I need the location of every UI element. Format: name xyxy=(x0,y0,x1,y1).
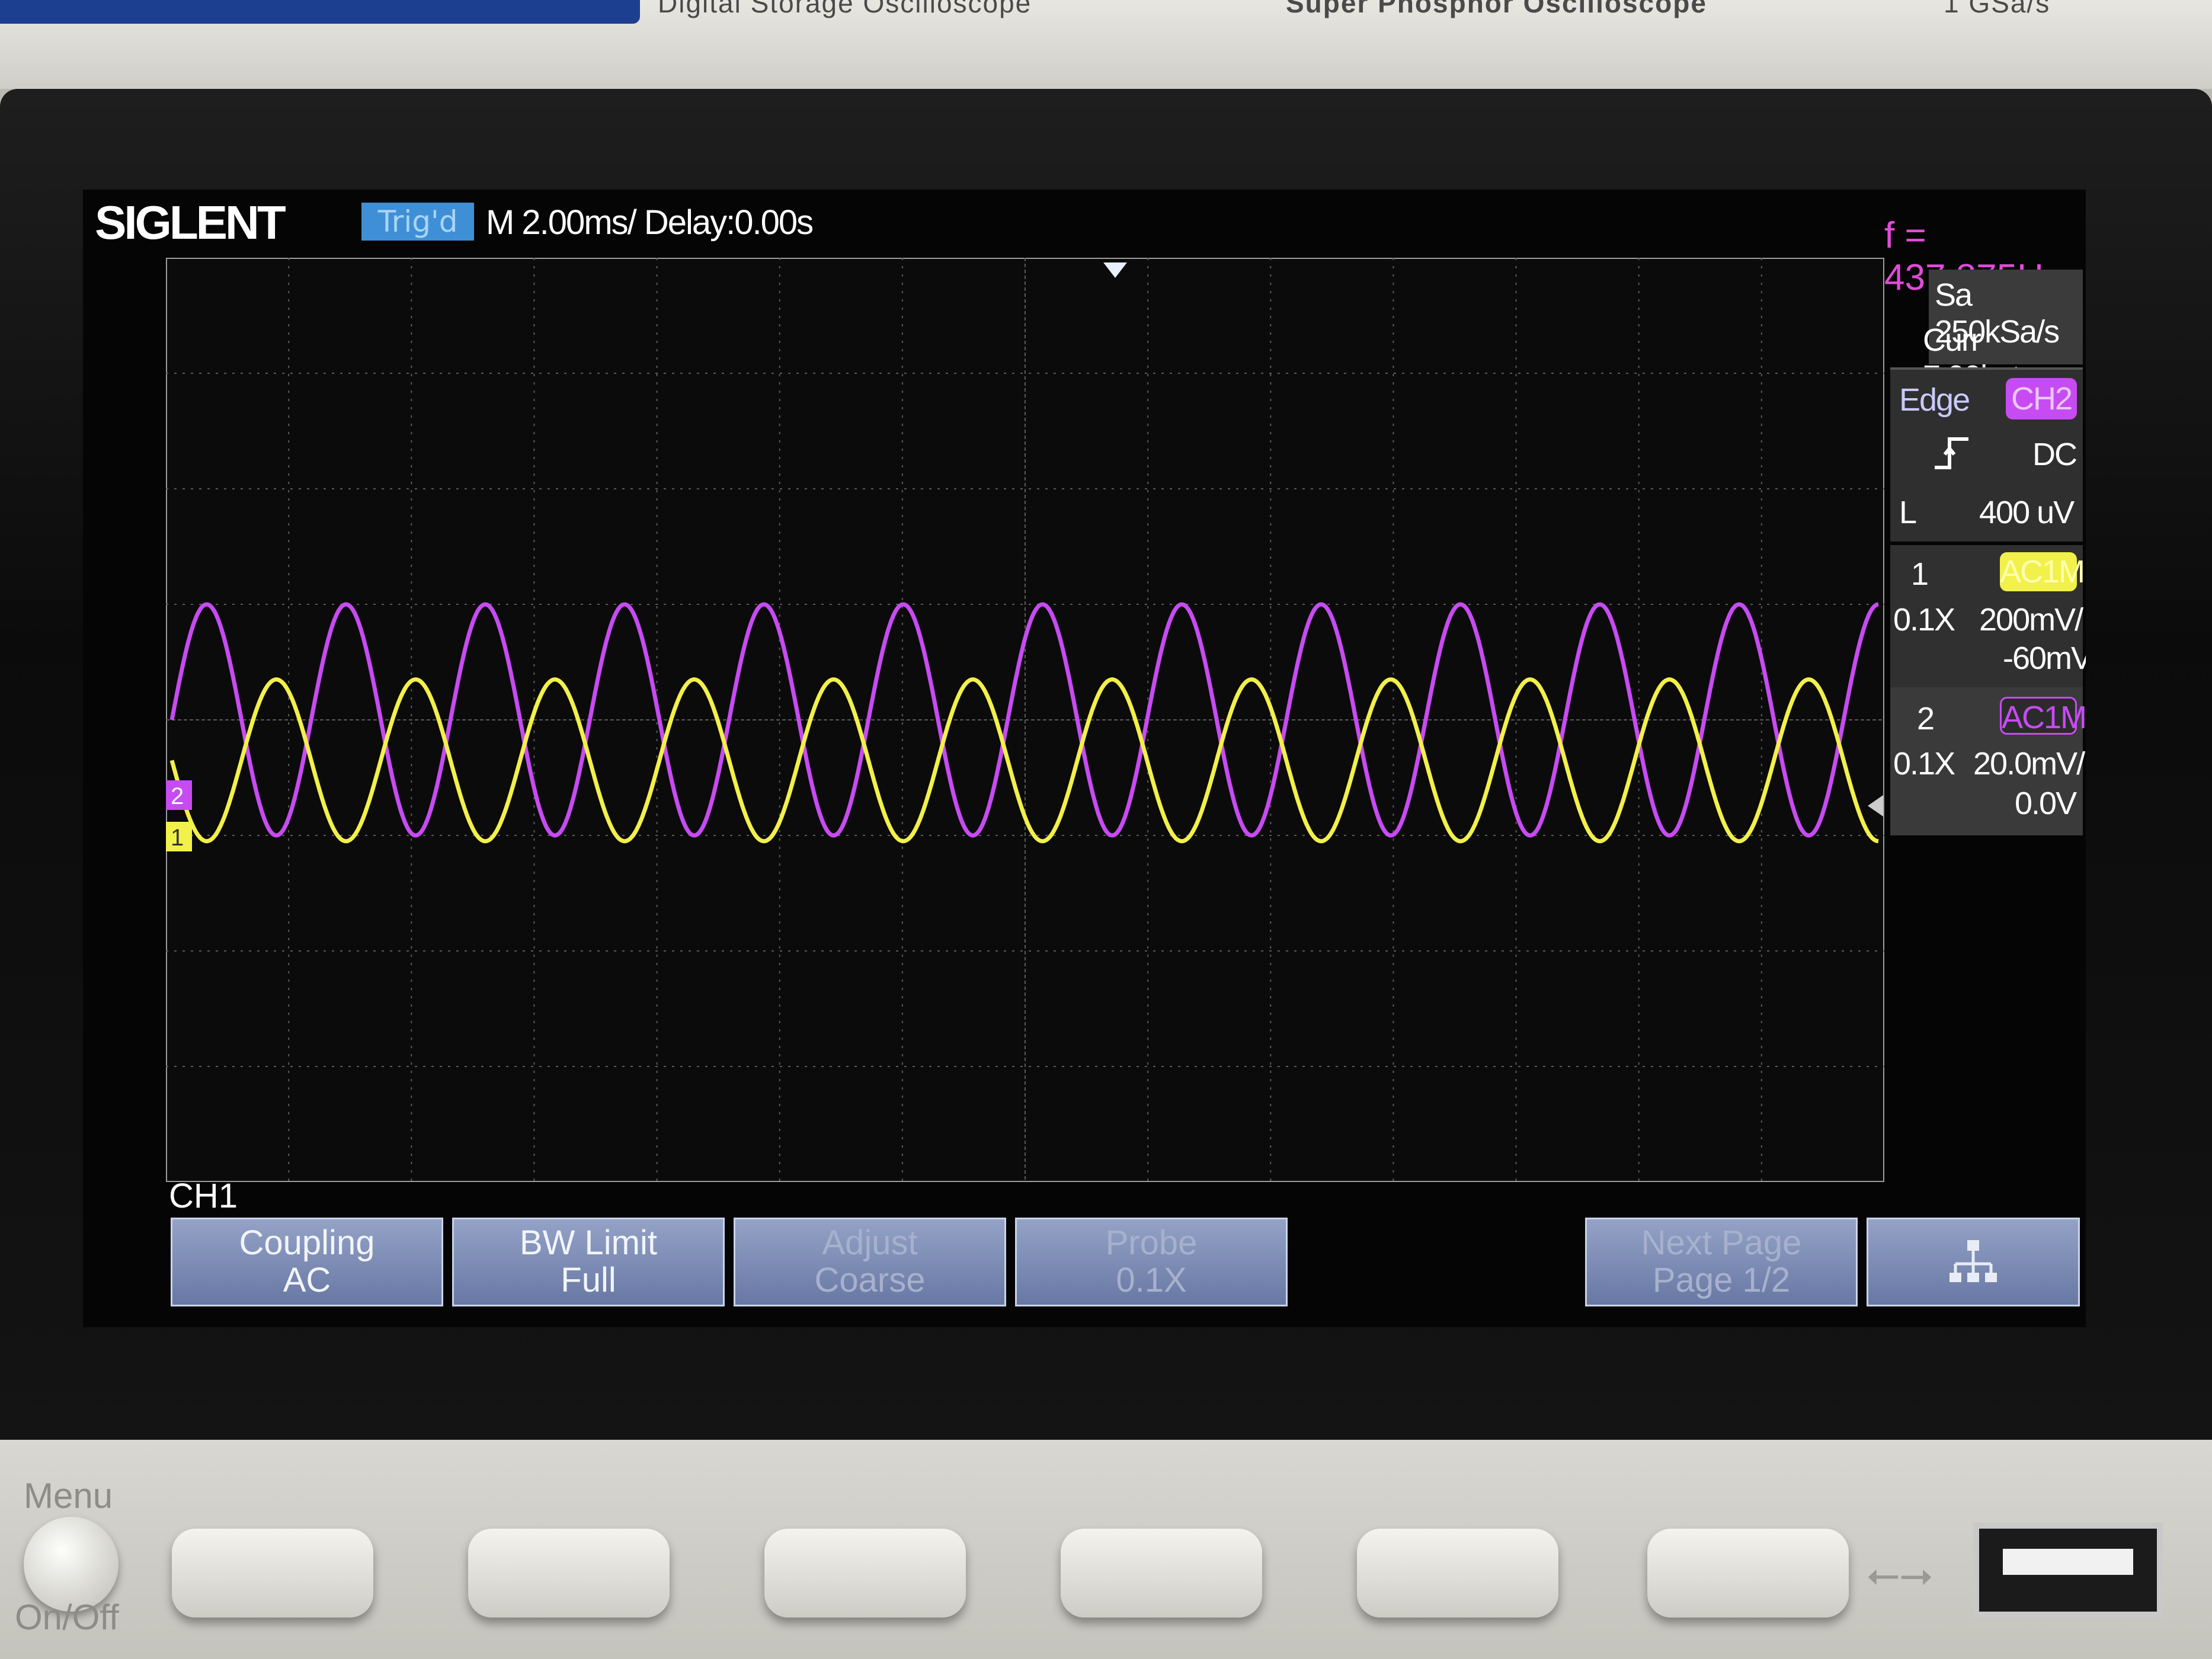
bw-limit-menu-value: Full xyxy=(561,1261,616,1299)
network-status-button[interactable] xyxy=(1867,1218,2080,1306)
svg-text:1: 1 xyxy=(171,825,184,851)
menu-label: Menu xyxy=(24,1476,113,1516)
channel-2-coupling-badge: AC1M xyxy=(2000,697,2086,735)
channel-1-coupling-badge: AC1M xyxy=(2000,552,2085,591)
softkey-5[interactable] xyxy=(1357,1529,1558,1618)
bw-limit-menu-label: BW Limit xyxy=(520,1224,657,1262)
adjust-menu-value: Coarse xyxy=(814,1261,926,1299)
network-icon xyxy=(1949,1240,1997,1282)
brand-plate xyxy=(0,0,640,24)
trigger-coupling: DC xyxy=(2032,437,2077,472)
next-page-menu-button[interactable]: Next Page Page 1/2 xyxy=(1585,1218,1858,1306)
softkey-6[interactable] xyxy=(1647,1529,1849,1618)
softkey-2[interactable] xyxy=(468,1529,670,1618)
softkey-3[interactable] xyxy=(764,1529,966,1618)
bw-limit-menu-button[interactable]: BW Limit Full xyxy=(452,1218,725,1306)
channel-2-offset: 0.0V xyxy=(2015,786,2077,821)
timebase-readout: M 2.00ms/ Delay:0.00s xyxy=(486,203,814,242)
channel-1-number: 1 xyxy=(1911,556,1929,592)
channel-1-offset: -60mV xyxy=(2003,640,2086,676)
channel-2-scale: 20.0mV/ xyxy=(1973,746,2085,782)
probe-menu-value: 0.1X xyxy=(1116,1261,1187,1299)
coupling-menu-value: AC xyxy=(283,1261,331,1299)
next-page-menu-label: Next Page xyxy=(1641,1224,1802,1262)
svg-text:2: 2 xyxy=(171,783,184,809)
power-label: On/Off xyxy=(15,1597,119,1637)
usb-port[interactable] xyxy=(1973,1523,2163,1618)
probe-menu-button[interactable]: Probe 0.1X xyxy=(1015,1218,1288,1306)
trigger-type: Edge xyxy=(1899,382,1970,418)
channel-1-scale: 200mV/ xyxy=(1979,602,2083,638)
coupling-menu-button[interactable]: Coupling AC xyxy=(171,1218,443,1306)
channel-2-probe: 0.1X xyxy=(1893,746,1955,782)
channel-2-number: 2 xyxy=(1917,701,1935,736)
coupling-menu-label: Coupling xyxy=(239,1224,375,1262)
usb-icon: ⭠⭢ xyxy=(1867,1549,1933,1598)
channel-2-panel[interactable]: 2 AC1M 0.1X 20.0mV/ 0.0V xyxy=(1890,687,2086,835)
trigger-level: 400 uV xyxy=(1979,495,2075,530)
softkey-4[interactable] xyxy=(1061,1529,1262,1618)
next-page-menu-value: Page 1/2 xyxy=(1652,1261,1791,1299)
channel-1-panel[interactable]: 1 AC1M 0.1X 200mV/ -60mV xyxy=(1890,545,2086,687)
waveform-display: 2 1 xyxy=(166,258,1884,1182)
ch2-ground-marker: 2 xyxy=(166,780,192,810)
oscilloscope-screen: SIGLENT Trig'd M 2.00ms/ Delay:0.00s f =… xyxy=(83,190,2086,1327)
trigger-source-badge: CH2 xyxy=(2006,378,2077,419)
sample-rate-label: 1 GSa/s xyxy=(1944,0,2051,18)
adjust-menu-label: Adjust xyxy=(822,1224,918,1262)
adjust-menu-button[interactable]: Adjust Coarse xyxy=(734,1218,1006,1306)
brand-logo: SIGLENT xyxy=(95,196,286,249)
series-label: Super Phosphor Oscilloscope xyxy=(1286,0,1707,18)
trigger-level-label: L xyxy=(1899,495,1917,530)
trigger-panel[interactable]: Edge CH2 DC L 400 uV xyxy=(1890,367,2083,542)
menu-title: CH1 xyxy=(169,1177,238,1215)
softkey-1[interactable] xyxy=(172,1529,373,1618)
probe-menu-label: Probe xyxy=(1105,1224,1198,1262)
rising-edge-icon xyxy=(1935,437,1968,469)
instrument-top-strip: Digital Storage Oscilloscope Super Phosp… xyxy=(0,0,2212,89)
trigger-status-badge: Trig'd xyxy=(361,203,474,241)
channel-1-probe: 0.1X xyxy=(1893,602,1955,638)
model-label: Digital Storage Oscilloscope xyxy=(658,0,1032,18)
acquisition-panel: Sa 250kSa/s Curr 7.00kpts xyxy=(1923,270,2083,395)
ch1-ground-marker: 1 xyxy=(166,822,192,851)
